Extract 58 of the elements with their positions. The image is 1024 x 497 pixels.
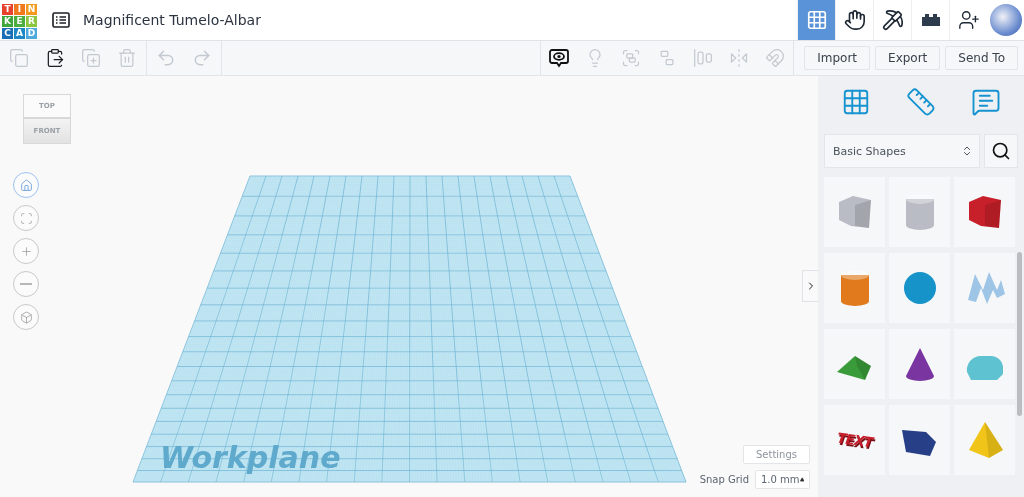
snap-grid-select[interactable]: 1.0 mm [755, 470, 810, 489]
note-icon [549, 48, 570, 68]
snap-grid-label: Snap Grid [699, 474, 749, 485]
minus-icon [20, 283, 32, 285]
hand-icon [843, 9, 866, 31]
search-icon [991, 141, 1011, 161]
pickaxe-icon [881, 9, 904, 31]
tinkercad-logo[interactable]: T I N K E R C A D [2, 3, 37, 39]
note-icon [970, 87, 1001, 117]
shape-tile[interactable] [889, 253, 950, 323]
fit-icon [19, 211, 33, 225]
toolbar-button[interactable]: Import [804, 46, 871, 70]
shape-tile[interactable] [954, 253, 1015, 323]
workplane-label: Workplane [160, 440, 341, 475]
shape-tile[interactable] [824, 253, 885, 323]
fit-button[interactable] [13, 205, 39, 231]
shape-tile[interactable] [889, 329, 950, 399]
copy-icon [9, 48, 29, 68]
shape-text-label: TEXT [835, 429, 874, 451]
shape-tile[interactable]: TEXT [824, 405, 885, 475]
shape-tile[interactable] [954, 329, 1015, 399]
shape-tile[interactable] [889, 177, 950, 247]
mirror-icon [729, 48, 750, 68]
ortho-button[interactable] [13, 304, 39, 330]
shape-tile[interactable] [954, 177, 1015, 247]
list-icon[interactable] [52, 12, 70, 28]
ruler-icon [906, 87, 936, 117]
toolbar-button[interactable]: Export [875, 46, 941, 70]
paste-icon [45, 48, 65, 68]
align-icon [693, 48, 714, 68]
redo-icon [192, 48, 212, 68]
home-button[interactable] [13, 172, 39, 198]
brick-icon [920, 13, 941, 27]
group-icon [621, 48, 642, 68]
duplicate-icon [81, 48, 101, 68]
caret-icon [799, 477, 804, 482]
updown-icon [961, 145, 973, 157]
plus-icon [19, 244, 33, 258]
shape-tile[interactable] [954, 405, 1015, 475]
zoom-in-button[interactable] [13, 238, 39, 264]
shape-category-select[interactable]: Basic Shapes [824, 134, 980, 168]
shape-tile[interactable] [889, 405, 950, 475]
scrollbar[interactable] [1017, 252, 1022, 416]
trash-icon [117, 48, 137, 68]
grid-icon [805, 9, 828, 31]
project-title[interactable]: Magnificent Tumelo-Albar [83, 12, 797, 28]
collapse-panel-button[interactable] [802, 270, 818, 302]
shape-tile[interactable] [824, 177, 885, 247]
magnet-icon [765, 48, 786, 68]
cube-icon [19, 310, 33, 324]
undo-icon [156, 48, 176, 68]
shape-tile[interactable] [824, 329, 885, 399]
add-user-icon [957, 9, 980, 31]
zoom-out-button[interactable] [13, 271, 39, 297]
toolbar-button[interactable]: Send To [945, 46, 1018, 70]
home-icon [19, 178, 33, 192]
avatar[interactable] [990, 4, 1022, 36]
search-button[interactable] [984, 134, 1018, 168]
